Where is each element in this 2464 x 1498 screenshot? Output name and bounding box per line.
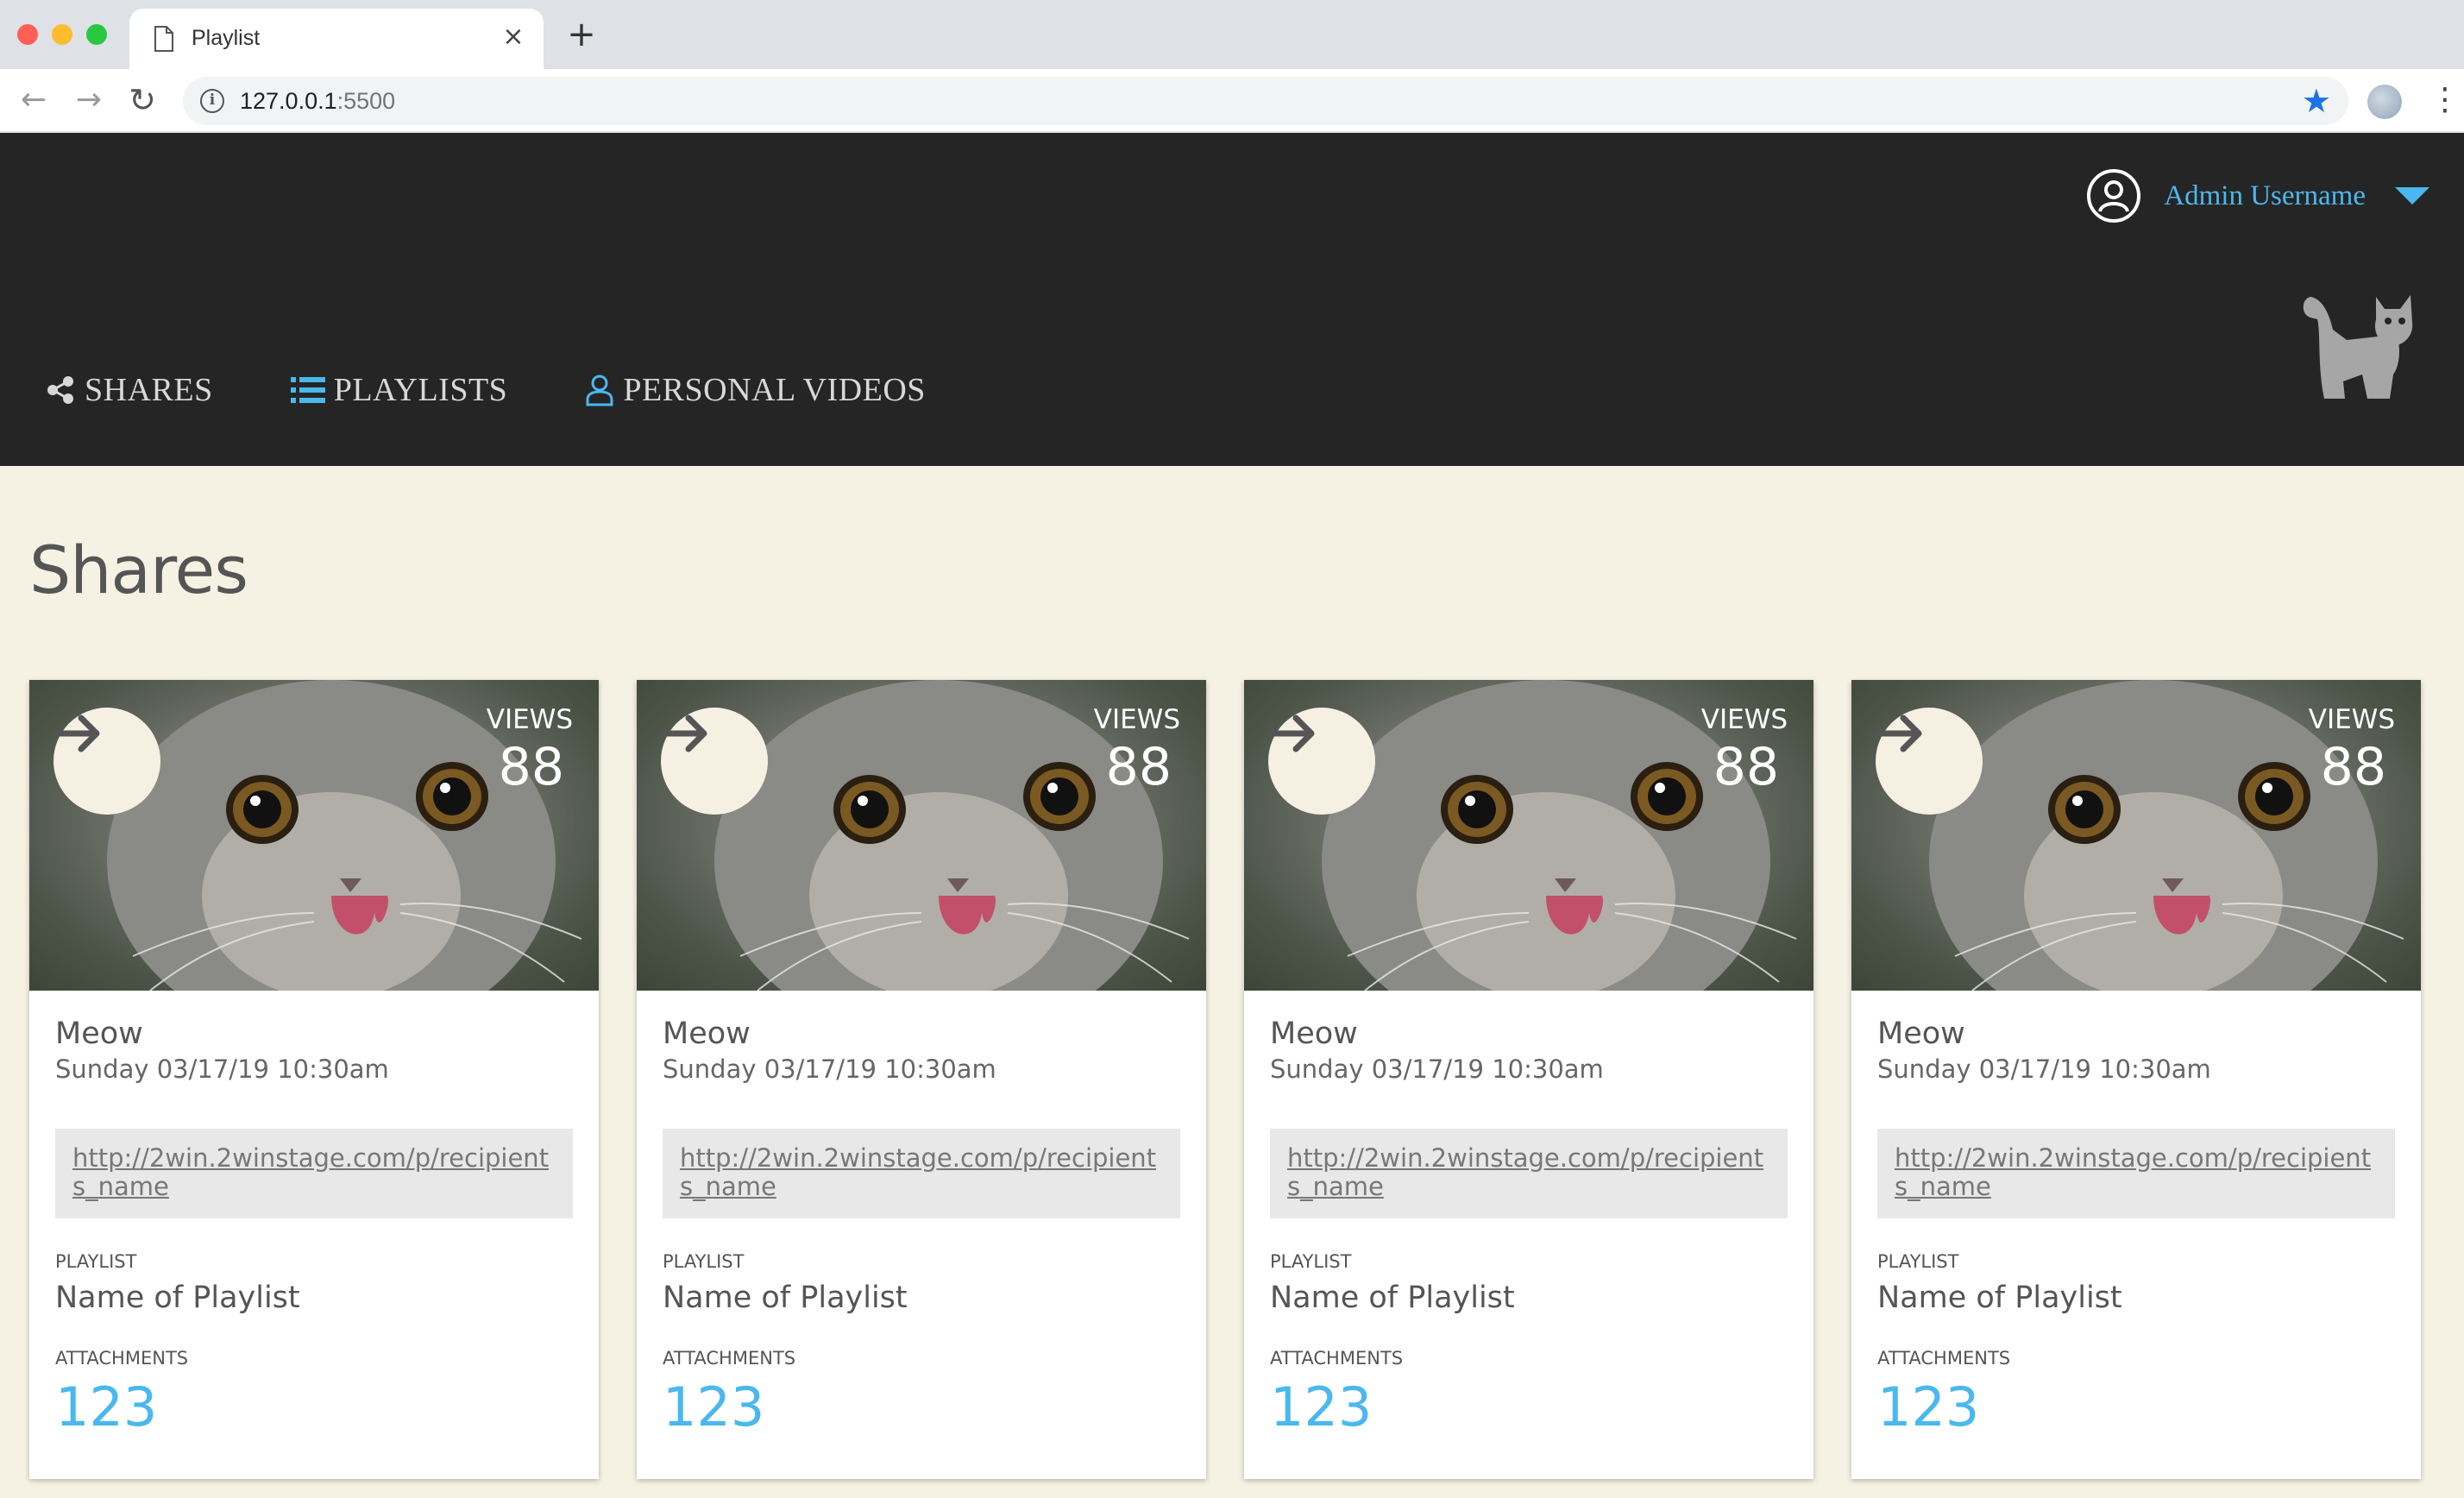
playlist-name: Name of Playlist bbox=[663, 1281, 908, 1315]
arrow-right-icon bbox=[1270, 714, 1315, 752]
nav-playlists[interactable]: PLAYLISTS bbox=[290, 371, 508, 409]
close-window-button[interactable] bbox=[17, 24, 38, 45]
share-link-box: http://2win.2winstage.com/p/recipients_n… bbox=[1877, 1129, 2395, 1218]
open-share-button[interactable] bbox=[661, 708, 768, 815]
playlist-label: PLAYLIST bbox=[1270, 1251, 1352, 1272]
share-title: Meow bbox=[1877, 1016, 1965, 1051]
cat-thumbnail-image[interactable]: VIEWS 88 bbox=[1244, 680, 1813, 991]
share-cards: VIEWS 88 Meow Sunday 03/17/19 10:30am ht… bbox=[29, 680, 2436, 1479]
share-link[interactable]: http://2win.2winstage.com/p/recipients_n… bbox=[680, 1144, 1163, 1201]
cat-thumbnail-image[interactable]: VIEWS 88 bbox=[29, 680, 599, 991]
views-count: 88 bbox=[2320, 737, 2386, 797]
back-arrow-icon[interactable]: ← bbox=[14, 81, 53, 121]
arrow-right-icon bbox=[55, 714, 100, 752]
share-card: VIEWS 88 Meow Sunday 03/17/19 10:30am ht… bbox=[637, 680, 1206, 1479]
nav-personal-videos[interactable]: PERSONAL VIDEOS bbox=[585, 371, 926, 409]
share-card: VIEWS 88 Meow Sunday 03/17/19 10:30am ht… bbox=[1244, 680, 1813, 1479]
browser-tabstrip: Playlist × + bbox=[0, 0, 2464, 69]
attachments-count: 123 bbox=[55, 1375, 158, 1438]
cat-thumbnail-image[interactable]: VIEWS 88 bbox=[1851, 680, 2421, 991]
share-link-box: http://2win.2winstage.com/p/recipients_n… bbox=[663, 1129, 1180, 1218]
share-link-box: http://2win.2winstage.com/p/recipients_n… bbox=[55, 1129, 573, 1218]
reload-icon[interactable]: ↻ bbox=[123, 81, 162, 121]
views-label: VIEWS bbox=[1700, 704, 1788, 735]
playlist-name: Name of Playlist bbox=[1270, 1281, 1515, 1315]
share-icon bbox=[47, 376, 73, 404]
share-link-box: http://2win.2winstage.com/p/recipients_n… bbox=[1270, 1129, 1788, 1218]
user-menu[interactable]: Admin Username bbox=[2086, 166, 2429, 226]
playlist-label: PLAYLIST bbox=[55, 1251, 137, 1272]
cat-logo-icon bbox=[2303, 295, 2413, 399]
main-nav: SHARES PLAYLISTS PERSONAL VIDEOS bbox=[45, 364, 1003, 416]
bookmark-star-icon[interactable]: ★ bbox=[2302, 82, 2331, 120]
nav-shares[interactable]: SHARES bbox=[45, 371, 213, 409]
site-info-icon[interactable]: i bbox=[200, 89, 224, 113]
playlist-label: PLAYLIST bbox=[663, 1251, 745, 1272]
maximize-window-button[interactable] bbox=[86, 24, 107, 45]
attachments-count: 123 bbox=[1877, 1375, 1980, 1438]
attachments-label: ATTACHMENTS bbox=[55, 1348, 189, 1369]
url-port: :5500 bbox=[336, 88, 396, 114]
playlist-name: Name of Playlist bbox=[1877, 1281, 2122, 1315]
attachments-label: ATTACHMENTS bbox=[1877, 1348, 2011, 1369]
share-title: Meow bbox=[1270, 1016, 1358, 1051]
caret-down-icon[interactable] bbox=[2395, 187, 2429, 205]
app-header: Admin Username SHARES PLAYLISTS PERSONAL… bbox=[0, 133, 2464, 466]
share-link[interactable]: http://2win.2winstage.com/p/recipients_n… bbox=[72, 1144, 556, 1201]
minimize-window-button[interactable] bbox=[52, 24, 72, 45]
views-count: 88 bbox=[1105, 737, 1172, 797]
url-host: 127.0.0.1 bbox=[240, 88, 337, 114]
attachments-count: 123 bbox=[663, 1375, 765, 1438]
page-title: Shares bbox=[29, 532, 248, 608]
browser-tab[interactable]: Playlist × bbox=[129, 9, 544, 69]
attachments-label: ATTACHMENTS bbox=[663, 1348, 796, 1369]
new-tab-button[interactable]: + bbox=[563, 17, 600, 55]
user-icon bbox=[586, 374, 613, 406]
open-share-button[interactable] bbox=[1876, 708, 1983, 815]
document-icon bbox=[154, 26, 173, 52]
nav-shares-label: SHARES bbox=[85, 372, 213, 408]
username[interactable]: Admin Username bbox=[2164, 180, 2366, 212]
share-date: Sunday 03/17/19 10:30am bbox=[1270, 1054, 1604, 1084]
user-circle-icon bbox=[2087, 169, 2141, 223]
playlist-label: PLAYLIST bbox=[1877, 1251, 1959, 1272]
views-label: VIEWS bbox=[1093, 704, 1180, 735]
tab-title: Playlist bbox=[192, 26, 261, 50]
views-count: 88 bbox=[1713, 737, 1779, 797]
browser-menu-icon[interactable]: ⋮ bbox=[2429, 81, 2461, 121]
nav-personal-videos-label: PERSONAL VIDEOS bbox=[623, 372, 926, 408]
list-icon bbox=[290, 377, 325, 403]
views-label: VIEWS bbox=[486, 704, 573, 735]
arrow-right-icon bbox=[1877, 714, 1922, 752]
tab-close-icon[interactable]: × bbox=[497, 21, 530, 54]
cat-thumbnail-image[interactable]: VIEWS 88 bbox=[637, 680, 1206, 991]
share-link[interactable]: http://2win.2winstage.com/p/recipients_n… bbox=[1895, 1144, 2378, 1201]
address-bar[interactable]: i 127.0.0.1:5500 ★ bbox=[183, 77, 2348, 125]
browser-profile-avatar[interactable] bbox=[2367, 85, 2402, 119]
arrow-right-icon bbox=[663, 714, 707, 752]
open-share-button[interactable] bbox=[1268, 708, 1375, 815]
attachments-count: 123 bbox=[1270, 1375, 1373, 1438]
playlist-name: Name of Playlist bbox=[55, 1281, 300, 1315]
share-title: Meow bbox=[663, 1016, 751, 1051]
nav-playlists-label: PLAYLISTS bbox=[333, 372, 508, 408]
views-count: 88 bbox=[498, 737, 564, 797]
share-date: Sunday 03/17/19 10:30am bbox=[1877, 1054, 2211, 1084]
attachments-label: ATTACHMENTS bbox=[1270, 1348, 1404, 1369]
share-date: Sunday 03/17/19 10:30am bbox=[55, 1054, 389, 1084]
views-label: VIEWS bbox=[2308, 704, 2395, 735]
share-title: Meow bbox=[55, 1016, 143, 1051]
browser-toolbar: ← → ↻ i 127.0.0.1:5500 ★ ⋮ bbox=[0, 69, 2464, 133]
share-link[interactable]: http://2win.2winstage.com/p/recipients_n… bbox=[1287, 1144, 1770, 1201]
share-card: VIEWS 88 Meow Sunday 03/17/19 10:30am ht… bbox=[1851, 680, 2421, 1479]
open-share-button[interactable] bbox=[53, 708, 160, 815]
share-card: VIEWS 88 Meow Sunday 03/17/19 10:30am ht… bbox=[29, 680, 599, 1479]
forward-arrow-icon[interactable]: → bbox=[69, 81, 109, 121]
share-date: Sunday 03/17/19 10:30am bbox=[663, 1054, 996, 1084]
url-text[interactable]: 127.0.0.1:5500 bbox=[240, 88, 395, 115]
